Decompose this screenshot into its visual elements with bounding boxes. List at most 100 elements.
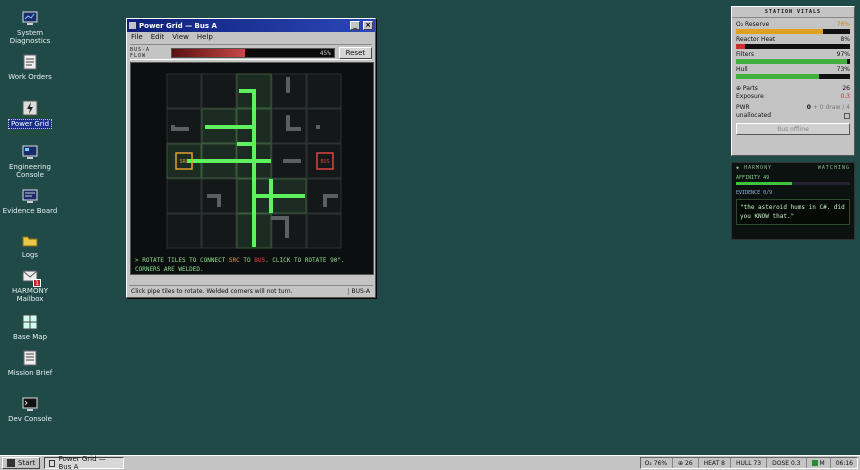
parts-value: 26	[842, 85, 850, 92]
desktop-icon-power-grid[interactable]: Power Grid	[0, 100, 60, 129]
start-button[interactable]: Start	[2, 457, 41, 469]
instruction-bus: BUS	[254, 257, 266, 264]
desktop-icon-work-orders[interactable]: Work Orders	[0, 54, 60, 81]
pipe-tile[interactable]	[306, 73, 342, 109]
pipe-tile[interactable]	[166, 178, 202, 214]
power-grid-window: Power Grid — Bus A _ × File Edit View He…	[126, 18, 376, 298]
exposure-label: Exposure	[736, 93, 764, 100]
folder-icon	[22, 232, 38, 248]
tray-separator	[672, 458, 674, 468]
task-icon	[49, 459, 56, 467]
harmony-header: ◆ HARMONY WATCHING	[732, 163, 854, 173]
menubar: File Edit View Help	[127, 32, 375, 43]
harmony-title: ◆ HARMONY	[736, 165, 773, 171]
vital-label: Hull	[736, 66, 748, 73]
desktop-icon-label: Evidence Board	[2, 207, 58, 215]
vital-pwr: PWR 0 + 0 draw / 4	[732, 104, 854, 112]
start-icon	[7, 459, 15, 467]
desktop-icon-dev-console[interactable]: Dev Console	[0, 396, 60, 423]
mail-badge: 1	[33, 279, 41, 287]
vital-bar-fill	[736, 74, 820, 79]
close-button[interactable]: ×	[363, 21, 373, 30]
pipe-tile[interactable]	[201, 213, 237, 249]
status-message: Click pipe tiles to rotate. Welded corne…	[131, 287, 293, 295]
vital-filters: Filters 97%	[732, 51, 854, 59]
tray-m[interactable]: M	[811, 459, 825, 467]
desktop-icon-label: Power Grid	[7, 119, 53, 129]
vital-label: Reactor Heat	[736, 36, 776, 43]
document-icon	[22, 54, 38, 70]
desktop-icon-evidence-board[interactable]: Evidence Board	[0, 188, 60, 215]
board-icon	[22, 188, 38, 204]
taskbar-item-power-grid[interactable]: Power Grid — Bus A	[44, 455, 125, 470]
pwr-value: 0	[806, 104, 811, 111]
start-label: Start	[18, 459, 36, 467]
m-indicator-icon	[811, 460, 818, 466]
desktop-icon-label: Mission Brief	[7, 369, 53, 377]
menu-view[interactable]: View	[172, 33, 189, 42]
map-icon	[22, 314, 38, 330]
pipe-tile[interactable]	[306, 108, 342, 144]
vital-unallocated: unallocated	[732, 112, 854, 120]
tray-separator	[729, 458, 731, 468]
harmony-quote: "the asteroid hums in C#. did you KNOW t…	[736, 199, 850, 225]
toolbar: BUS-A FLOW 45% Reset	[130, 44, 372, 60]
desktop-icon-label: Logs	[21, 251, 39, 259]
instruction-src: SRC	[228, 257, 240, 264]
vital-label: Filters	[736, 51, 754, 58]
vital-reactor-heat: Reactor Heat 8%	[732, 36, 854, 44]
tray-m-label: M	[819, 459, 825, 467]
monitor-icon	[22, 10, 38, 26]
pipe-tile[interactable]	[306, 213, 342, 249]
desktop-icon-base-map[interactable]: Base Map	[0, 314, 60, 341]
tray-dose: DOSE 0.3	[772, 459, 801, 467]
harmony-evidence: EVIDENCE 0/9	[736, 190, 773, 196]
tray-o2: O₂ 76%	[644, 459, 668, 467]
pipe-grid-area: SRC BUS > ROTATE TILES TO CONNECT SRC TO…	[130, 62, 374, 275]
taskbar: Start Power Grid — Bus A O₂ 76% ⊕ 26 HEA…	[0, 455, 860, 470]
vital-o2: O₂ Reserve 76%	[732, 21, 854, 29]
affinity-bar-fill	[736, 182, 792, 185]
window-icon	[129, 22, 136, 29]
desktop-icon-logs[interactable]: Logs	[0, 232, 60, 259]
bus-offline-button[interactable]: Bus offline	[736, 123, 850, 135]
menu-file[interactable]: File	[131, 33, 143, 42]
flow-value: 45%	[319, 50, 331, 57]
desktop-icon-mission-brief[interactable]: Mission Brief	[0, 350, 60, 377]
source-label: SRC	[179, 159, 188, 165]
pipe-tile[interactable]	[201, 73, 237, 109]
desktop-icon-label: Dev Console	[8, 415, 52, 423]
minimize-button[interactable]: _	[350, 21, 360, 30]
menu-help[interactable]: Help	[197, 33, 213, 42]
desktop-icon-harmony-mailbox[interactable]: 1 HARMONY Mailbox	[0, 268, 60, 303]
mail-icon: 1	[22, 268, 41, 287]
pwr-label: PWR	[736, 104, 750, 111]
desktop-icon-engineering-console[interactable]: Engineering Console	[0, 144, 60, 179]
pipe-tile[interactable]	[166, 213, 202, 249]
dev-icon	[22, 396, 38, 412]
vital-parts: ⊕ Parts 26	[732, 85, 854, 93]
desktop-icon-system-diagnostics[interactable]: System Diagnostics	[0, 10, 60, 45]
desktop-icon-label: Engineering Console	[9, 163, 51, 179]
reset-button[interactable]: Reset	[338, 47, 372, 59]
console-icon	[22, 144, 38, 160]
status-bus: BUS-A	[347, 287, 373, 295]
vital-bar	[736, 59, 850, 64]
vital-value: 8%	[840, 36, 850, 43]
harmony-affinity: AFFINITY 49	[736, 175, 770, 181]
pwr-extra: + 0 draw / 4	[812, 104, 850, 111]
tray-clock: 06:16	[835, 459, 853, 467]
unallocated-label: unallocated	[736, 112, 772, 119]
window-statusbar: Click pipe tiles to rotate. Welded corne…	[129, 285, 373, 296]
station-vitals-panel: STATION VITALS O₂ Reserve 76% Reactor He…	[731, 6, 855, 156]
power-icon	[22, 100, 38, 116]
pipe-tile[interactable]	[166, 73, 202, 109]
vital-value: 76%	[836, 21, 850, 28]
tray-separator	[697, 458, 699, 468]
vital-bar	[736, 29, 850, 34]
system-tray: O₂ 76% ⊕ 26 HEAT 8 HULL 73 DOSE 0.3 M 06…	[639, 457, 858, 469]
menu-edit[interactable]: Edit	[151, 33, 165, 42]
flow-label: BUS-A FLOW	[130, 47, 151, 59]
pwr-toggle[interactable]	[844, 113, 850, 119]
window-titlebar[interactable]: Power Grid — Bus A _ ×	[127, 19, 375, 32]
